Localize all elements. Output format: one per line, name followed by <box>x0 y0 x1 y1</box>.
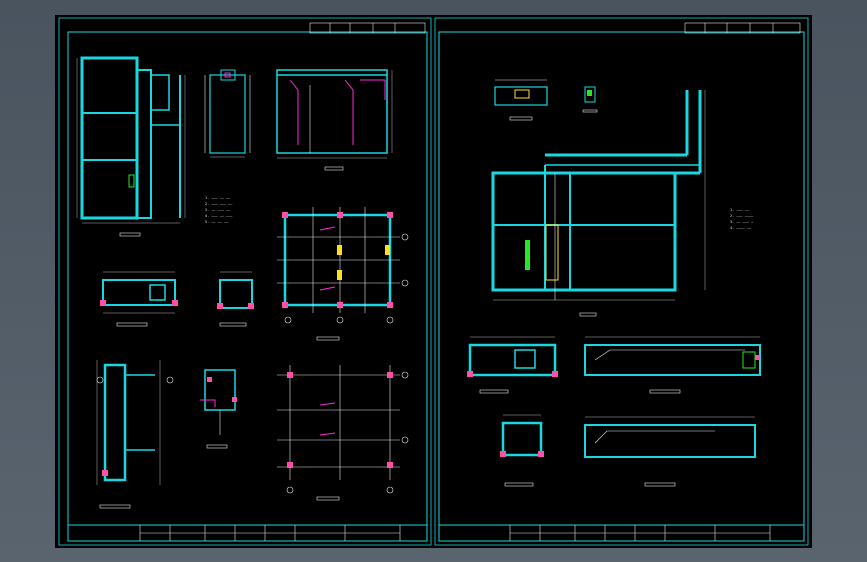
svg-text:4. ——— —— ———: 4. ——— —— ——— <box>205 214 233 218</box>
view-h-detail <box>200 369 237 449</box>
view-i-plan <box>277 365 409 501</box>
right-sheet-outer-frame <box>434 17 809 546</box>
svg-text:4. ———— ——: 4. ———— —— <box>730 226 752 230</box>
right-detail-b <box>584 336 761 394</box>
view-f-detail <box>217 271 254 327</box>
svg-text:1. ——— —— ——: 1. ——— —— —— <box>205 196 231 200</box>
view-g-elevation <box>96 360 174 509</box>
svg-text:5. —— —— ——: 5. —— —— —— <box>205 220 229 224</box>
svg-text:2. ——— ————: 2. ——— ———— <box>730 214 754 218</box>
svg-text:3. —— ——— —: 3. —— ——— — <box>730 220 754 224</box>
svg-text:1. ——— ——: 1. ——— —— <box>730 208 750 212</box>
right-notes: 1. ——— —— 2. ——— ———— 3. —— ——— — 4. ———… <box>730 208 754 230</box>
left-sheet: 1. ——— —— —— 2. ——— ——— —— 3. —— ——— —— … <box>58 17 432 546</box>
right-sheet: 1. ——— —— 2. ——— ———— 3. —— ——— — 4. ———… <box>434 17 809 546</box>
view-b-section <box>204 69 251 158</box>
right-title-block <box>439 524 804 541</box>
right-detail-c <box>500 414 544 487</box>
view-c-elevation <box>276 69 393 171</box>
right-detail-d <box>584 416 756 487</box>
view-d-plan <box>277 207 409 341</box>
left-sheet-inner-frame <box>67 31 428 542</box>
cad-drawing-canvas[interactable]: 1. ——— —— —— 2. ——— ——— —— 3. —— ——— —— … <box>55 15 812 548</box>
view-a-section <box>76 56 186 237</box>
svg-text:2. ——— ——— ——: 2. ——— ——— —— <box>205 202 233 206</box>
right-detail-a <box>467 336 558 394</box>
left-title-block <box>68 524 427 541</box>
right-top-details <box>494 79 598 121</box>
right-section-elevation <box>491 90 706 317</box>
svg-text:3. —— ——— ——: 3. —— ——— —— <box>205 208 231 212</box>
view-e-detail <box>100 271 178 327</box>
left-notes: 1. ——— —— —— 2. ——— ——— —— 3. —— ——— —— … <box>205 196 233 224</box>
